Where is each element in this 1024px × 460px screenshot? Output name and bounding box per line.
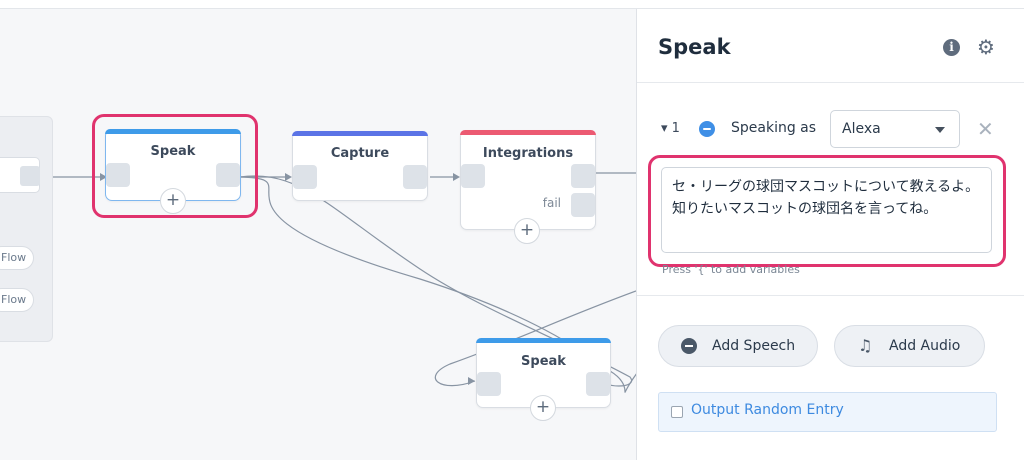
output-port[interactable] [586, 372, 610, 396]
left-block-card[interactable] [0, 157, 40, 193]
gear-icon[interactable]: ⚙ [975, 36, 997, 58]
input-port[interactable] [461, 164, 485, 188]
output-port[interactable] [216, 163, 240, 187]
random-entry-label: Output Random Entry [691, 402, 844, 418]
voice-select-value: Alexa [842, 121, 881, 137]
input-port[interactable] [106, 163, 130, 187]
flow-pill[interactable]: Flow [0, 288, 34, 312]
output-port[interactable] [20, 166, 40, 186]
top-bar [0, 0, 1024, 9]
divider [637, 82, 1024, 83]
step-collapse-toggle[interactable]: ▾ 1 [661, 121, 680, 136]
flow-pill[interactable]: Flow [0, 246, 34, 270]
fail-label: fail [542, 196, 561, 210]
input-port[interactable] [477, 372, 501, 396]
integrations-node[interactable]: Integrations fail + [460, 130, 596, 244]
info-icon[interactable]: i [943, 39, 960, 56]
speak-node-selected[interactable]: Speak + [105, 129, 241, 214]
add-speech-label: Add Speech [712, 338, 796, 354]
block-editor-panel: Speak i ⚙ ▾ 1 Speaking as Alexa ✕ セ・リーグの… [636, 9, 1024, 460]
node-title: Capture [330, 146, 390, 161]
divider [637, 295, 1024, 296]
success-port[interactable] [571, 164, 595, 188]
speech-bubble-icon [681, 338, 697, 354]
node-title: Speak [521, 354, 566, 369]
close-icon[interactable]: ✕ [977, 117, 994, 141]
node-color-bar [292, 131, 428, 136]
fail-port[interactable] [571, 193, 595, 217]
input-port[interactable] [293, 165, 317, 189]
capture-node[interactable]: Capture [292, 131, 428, 201]
node-title: Integrations [482, 146, 574, 161]
speech-text-input[interactable]: セ・リーグの球団マスコットについて教えるよ。知りたいマスコットの球団名を言ってね… [661, 167, 992, 253]
panel-title: Speak [658, 35, 731, 59]
add-step-plus-icon[interactable]: + [514, 218, 540, 244]
node-title: Speak [150, 144, 196, 159]
add-audio-label: Add Audio [889, 338, 961, 354]
output-port[interactable] [403, 165, 427, 189]
music-note-icon: ♫ [858, 336, 873, 355]
node-color-bar [105, 129, 241, 134]
speech-bubble-icon [699, 121, 715, 137]
add-speech-button[interactable]: Add Speech [658, 325, 818, 367]
add-audio-button[interactable]: ♫ Add Audio [834, 325, 985, 367]
speaking-as-label: Speaking as [731, 120, 817, 136]
random-entry-checkbox[interactable] [671, 406, 683, 418]
node-color-bar [460, 130, 596, 135]
flow-canvas[interactable]: Flow Flow Speak + Capture Integrations f… [0, 9, 636, 460]
variables-hint: Press '{' to add variables [662, 263, 800, 276]
add-step-plus-icon[interactable]: + [530, 395, 556, 421]
voice-select[interactable]: Alexa [830, 110, 960, 148]
caret-down-icon [935, 127, 945, 133]
output-random-entry[interactable]: Output Random Entry [658, 392, 997, 432]
add-step-plus-icon[interactable]: + [160, 188, 186, 214]
node-color-bar [476, 338, 611, 343]
speak-node[interactable]: Speak + [476, 338, 611, 421]
